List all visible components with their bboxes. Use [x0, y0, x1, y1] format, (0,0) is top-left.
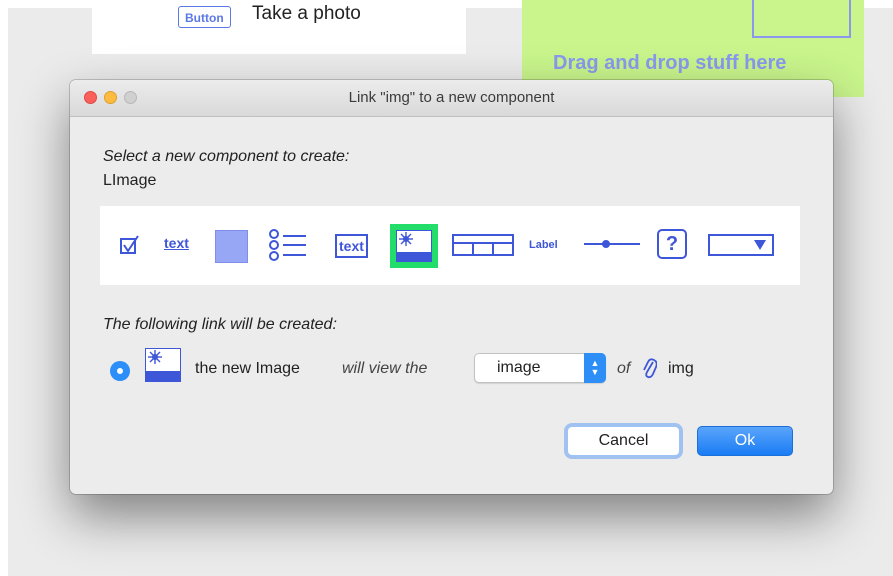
- link-text-view: will view the: [342, 360, 428, 377]
- dropdown-icon: [708, 234, 774, 256]
- palette-image-selected[interactable]: [390, 224, 438, 268]
- paperclip-icon: [643, 356, 658, 385]
- link-text-new: the new Image: [195, 360, 300, 377]
- palette-label[interactable]: Label: [529, 239, 558, 251]
- link-component-dialog: Link "img" to a new component Select a n…: [70, 80, 833, 494]
- drop-zone-text: Drag and drop stuff here: [553, 52, 787, 74]
- image-component-icon: [145, 348, 181, 387]
- select-prompt: Select a new component to create:: [103, 148, 350, 165]
- take-photo-button[interactable]: Button: [178, 6, 231, 28]
- drop-zone-box: [752, 0, 851, 38]
- palette-text-link[interactable]: text: [164, 235, 189, 251]
- slider-icon: [584, 240, 640, 248]
- dialog-title: Link "img" to a new component: [348, 89, 555, 106]
- palette-list[interactable]: [268, 228, 308, 264]
- help-icon: ?: [665, 233, 679, 255]
- table-icon: [452, 234, 514, 256]
- palette-panel[interactable]: [215, 230, 248, 263]
- take-photo-label: Take a photo: [252, 3, 361, 24]
- cancel-button[interactable]: Cancel: [567, 426, 680, 456]
- chevron-updown-icon: ▲ ▼: [584, 353, 606, 383]
- palette-text-field[interactable]: text: [335, 234, 368, 258]
- link-target-name: img: [668, 360, 694, 377]
- palette-slider[interactable]: [584, 238, 640, 250]
- palette-dropdown[interactable]: [708, 234, 774, 256]
- property-select-value: image: [497, 359, 541, 376]
- link-prompt: The following link will be created:: [103, 316, 337, 333]
- list-icon: [269, 229, 306, 261]
- palette-help[interactable]: ?: [657, 229, 687, 259]
- palette-table[interactable]: [452, 234, 514, 256]
- image-icon: [396, 230, 432, 262]
- property-select[interactable]: image ▲ ▼: [474, 353, 606, 383]
- link-radio-button[interactable]: [110, 361, 130, 381]
- link-text-of: of: [617, 360, 631, 377]
- checkbox-icon: [120, 235, 139, 254]
- selected-component-name: LImage: [103, 172, 157, 189]
- dialog-titlebar[interactable]: Link "img" to a new component: [70, 80, 833, 117]
- component-palette: text text Label ?: [100, 206, 800, 285]
- ok-button[interactable]: Ok: [697, 426, 793, 456]
- palette-checkbox[interactable]: [120, 235, 140, 255]
